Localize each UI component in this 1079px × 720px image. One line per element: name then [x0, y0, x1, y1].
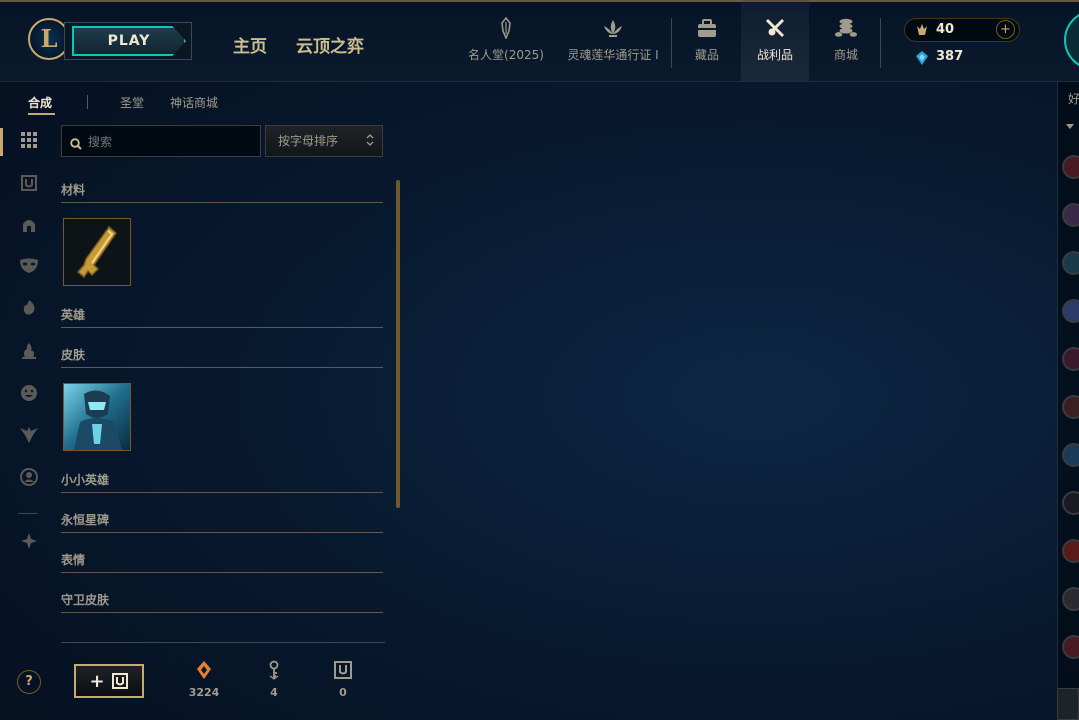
- search-input[interactable]: [88, 132, 256, 152]
- subnav-tab-crafting[interactable]: 合成: [28, 94, 52, 111]
- chest-filter-icon[interactable]: [17, 171, 41, 195]
- nav-battle-pass[interactable]: 灵魂莲华通行证 I: [563, 16, 663, 66]
- side-active-indicator: [0, 128, 3, 156]
- category-materials: 材料: [61, 181, 383, 203]
- friend-avatar[interactable]: [1062, 299, 1079, 323]
- friend-avatar[interactable]: [1062, 395, 1079, 419]
- nav-hall-of-fame[interactable]: 名人堂(2025): [468, 16, 544, 66]
- key-value: 4: [270, 686, 278, 699]
- nav-battle-pass-label: 灵魂莲华通行证 I: [567, 48, 659, 62]
- friend-avatar[interactable]: [1062, 203, 1079, 227]
- key-stat: 4: [254, 660, 294, 699]
- side-divider: [18, 513, 38, 514]
- riot-points-icon: [914, 22, 930, 38]
- category-little-legends: 小小英雄: [61, 471, 383, 493]
- emote-smiley-icon[interactable]: [17, 381, 41, 405]
- sort-dropdown-value: 按字母排序: [278, 134, 339, 148]
- play-button-label: PLAY: [107, 33, 151, 49]
- friend-avatar[interactable]: [1062, 539, 1079, 563]
- key-icon: [264, 660, 284, 680]
- subnav-tab-sanctum[interactable]: 圣堂: [120, 94, 144, 111]
- blue-essence-value: 387: [936, 49, 964, 64]
- play-button[interactable]: PLAY: [72, 26, 186, 56]
- category-ward-skins: 守卫皮肤: [61, 591, 383, 613]
- collection-bag-icon: [695, 16, 719, 40]
- friend-avatar[interactable]: [1062, 443, 1079, 467]
- category-eternals: 永恒星碑: [61, 511, 383, 533]
- add-currency-button[interactable]: +: [996, 20, 1015, 39]
- hextech-key-fragment-icon: [64, 219, 130, 285]
- friend-avatar[interactable]: [1062, 155, 1079, 179]
- friends-rail-label: 好: [1068, 92, 1079, 106]
- subnav-tab-mythic-shop[interactable]: 神话商城: [170, 94, 218, 111]
- loot-list-scrollbar[interactable]: [396, 180, 400, 508]
- nav-tft[interactable]: 云顶之弈: [296, 32, 364, 57]
- chest-icon: [333, 660, 353, 680]
- subnav-active-underline: [28, 113, 55, 115]
- nav-separator: [671, 18, 672, 68]
- nav-store-label: 商城: [833, 48, 858, 62]
- misc-ward-icon[interactable]: [17, 529, 41, 553]
- riot-points-value: 40: [936, 22, 955, 37]
- footer-divider: [61, 642, 385, 643]
- loot-icon: [763, 16, 787, 40]
- ward-skin-icon[interactable]: [17, 423, 41, 447]
- nav-collection[interactable]: 藏品: [686, 16, 728, 66]
- chest-stat: 0: [323, 660, 363, 699]
- little-legend-icon[interactable]: [17, 296, 41, 320]
- add-chest-button[interactable]: +: [74, 664, 144, 698]
- orange-essence-stat: 3224: [184, 660, 224, 699]
- nav-loot[interactable]: 战利品: [752, 16, 798, 66]
- search-icon: [70, 135, 82, 150]
- friend-avatar[interactable]: [1062, 251, 1079, 275]
- friend-avatar[interactable]: [1062, 635, 1079, 659]
- category-emotes: 表情: [61, 551, 383, 573]
- trophy-icon: [494, 16, 518, 40]
- chest-icon: [111, 673, 128, 689]
- help-button[interactable]: ?: [17, 670, 41, 694]
- add-plus-label: +: [89, 670, 105, 692]
- friend-avatar[interactable]: [1062, 491, 1079, 515]
- skin-mask-icon[interactable]: [17, 254, 41, 278]
- grid-all-icon[interactable]: [17, 128, 41, 152]
- friend-avatar[interactable]: [1062, 587, 1079, 611]
- chat-button[interactable]: [1057, 688, 1079, 720]
- nav-loot-label: 战利品: [756, 48, 793, 62]
- nav-store[interactable]: 商城: [826, 16, 866, 66]
- nav-collection-label: 藏品: [694, 48, 719, 62]
- loot-item-material[interactable]: [63, 218, 131, 286]
- sort-dropdown[interactable]: 按字母排序: [265, 125, 383, 157]
- champion-skin-portrait: [64, 384, 130, 450]
- champion-helmet-icon[interactable]: [17, 213, 41, 237]
- loot-item-skin[interactable]: [63, 383, 131, 451]
- chevron-updown-icon: [366, 133, 374, 149]
- orange-essence-value: 3224: [188, 686, 220, 699]
- lotus-icon: [601, 16, 625, 40]
- blue-essence-icon: [915, 50, 929, 65]
- chevron-down-icon[interactable]: [1066, 124, 1074, 129]
- subnav-separator: [87, 95, 88, 109]
- nav-separator: [880, 18, 881, 68]
- category-skins: 皮肤: [61, 346, 383, 368]
- summoner-icon-filter[interactable]: [17, 465, 41, 489]
- search-field[interactable]: [61, 125, 261, 157]
- category-champions: 英雄: [61, 306, 383, 328]
- friend-avatar[interactable]: [1062, 347, 1079, 371]
- nav-home[interactable]: 主页: [233, 32, 267, 57]
- nav-hall-of-fame-label: 名人堂(2025): [468, 48, 544, 62]
- chest-value: 0: [339, 686, 347, 699]
- orange-essence-icon: [194, 660, 214, 680]
- store-coins-icon: [834, 16, 858, 40]
- eternals-flame-icon[interactable]: [17, 339, 41, 363]
